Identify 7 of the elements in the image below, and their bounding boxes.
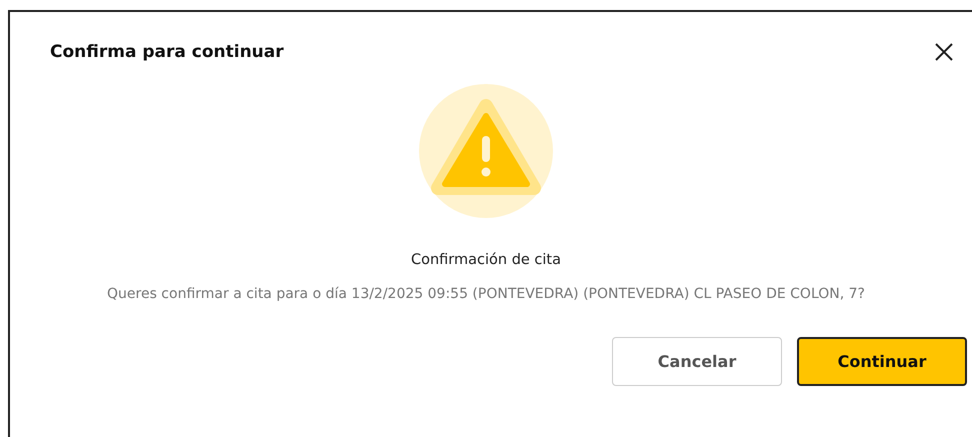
dialog-title: Confirma para continuar: [50, 42, 284, 62]
dialog-subtitle: Confirmación de cita: [410, 252, 561, 268]
warning-icon: [419, 84, 553, 218]
continue-button[interactable]: Continuar: [797, 337, 967, 386]
cancel-button[interactable]: Cancelar: [612, 337, 782, 386]
close-icon[interactable]: [934, 42, 954, 62]
dialog-message: Queres confirmar a cita para o día 13/2/2025 09:55 (PONTEVEDRA) (PONTEVEDRA) CL PASEO DE COLON, 7?: [107, 286, 865, 302]
